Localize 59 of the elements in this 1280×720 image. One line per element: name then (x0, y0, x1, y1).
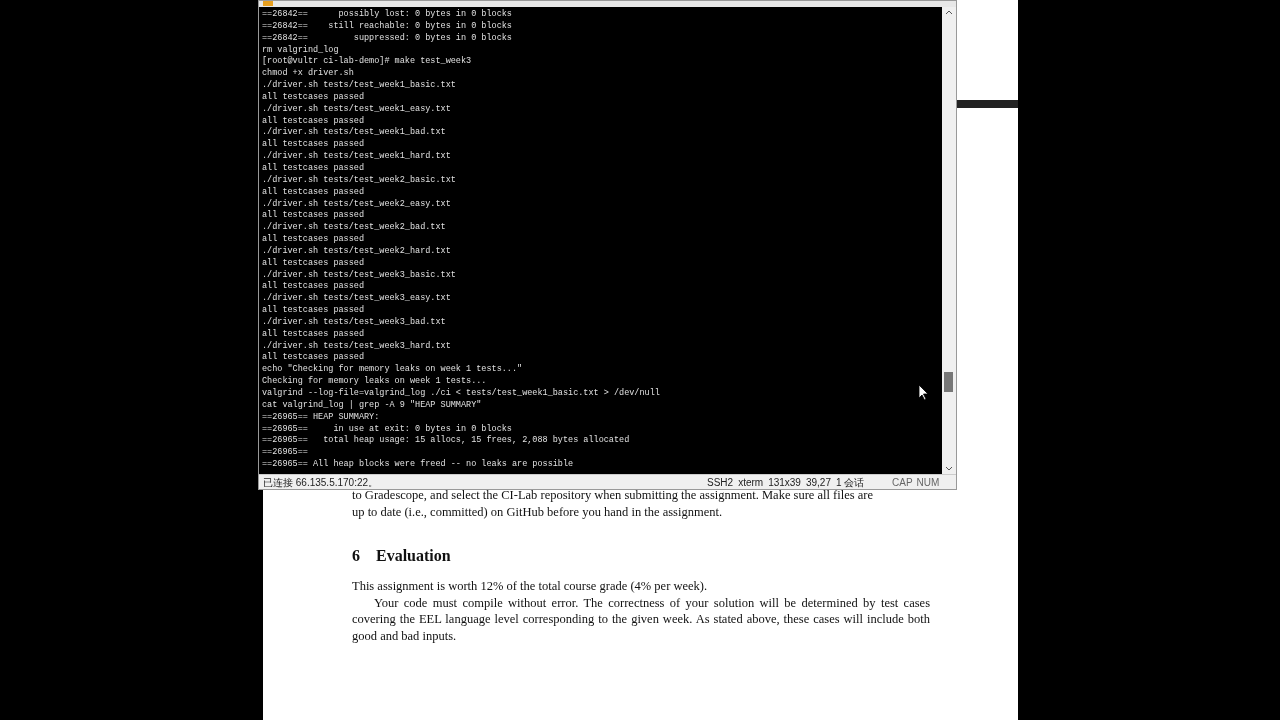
terminal-line: echo "Checking for memory leaks on week 1 tests..." (262, 364, 523, 376)
scroll-down-icon[interactable] (945, 466, 953, 472)
terminal-line: ./driver.sh tests/test_week2_basic.txt (262, 174, 456, 187)
terminal-line: all testcases passed (262, 186, 365, 199)
status-field: 131x39 (768, 474, 801, 490)
terminal-line: chmod +x driver.sh (262, 68, 354, 80)
terminal-line: ./driver.sh tests/test_week3_basic.txt (262, 269, 456, 281)
document-text-line: to Gradescope, and select the CI-Lab repository when submitting the assignment. Make sure all files are (352, 488, 875, 504)
terminal-line: all testcases passed (262, 257, 365, 270)
terminal-line: ==26965== All heap blocks were freed -- no leaks are possible (262, 459, 574, 471)
paragraph: Your code must compile without error. The correctness of your solution will be determined by test cases covering the EEL language level corresponding to the given week. As stated above, these cases will include both good and bad inputs. (352, 594, 930, 644)
mouse-cursor-icon (918, 384, 929, 401)
terminal-line: rm valgrind_log (262, 44, 339, 56)
terminal-line: ./driver.sh tests/test_week3_bad.txt (262, 316, 446, 329)
terminal-line: ==26965== (262, 447, 308, 460)
status-field: 1 会话 (835, 474, 865, 490)
status-field: 39,27 (805, 474, 831, 490)
section-number: 6 (352, 546, 360, 566)
status-field: xterm (738, 474, 764, 490)
terminal-line: ==26965== in use at exit: 0 bytes in 0 blocks (262, 423, 512, 435)
terminal-line: ==26842== possibly lost: 0 bytes in 0 blocks (262, 9, 512, 21)
terminal-line: all testcases passed (262, 234, 365, 246)
document-text-line: up to date (i.e., committed) on GitHub before you hand in the assignment. (352, 503, 724, 520)
terminal-line: all testcases passed (262, 352, 365, 364)
connection-status: 已连接 66.135.5.170:22。 (262, 475, 380, 490)
terminal-line: all testcases passed (262, 210, 365, 222)
terminal-line: ./driver.sh tests/test_week1_hard.txt (262, 151, 451, 163)
app-icon (263, 1, 273, 6)
terminal-line: all testcases passed (262, 305, 365, 317)
terminal-line: ==26842== still reachable: 0 bytes in 0 blocks (262, 20, 512, 33)
key-indicator: CAP (892, 475, 913, 490)
terminal-line: ==26965== HEAP SUMMARY: (262, 411, 380, 424)
terminal-line: ./driver.sh tests/test_week1_bad.txt (262, 127, 446, 139)
terminal-line: ./driver.sh tests/test_week1_easy.txt (262, 103, 451, 116)
terminal-line: ==26965== total heap usage: 15 allocs, 15 frees, 2,088 bytes allocated (262, 435, 630, 448)
terminal-line: cat valgrind_log | grep -A 9 "HEAP SUMMARY" (262, 399, 482, 412)
terminal-line: all testcases passed (262, 139, 365, 151)
terminal-line: all testcases passed (262, 91, 365, 104)
terminal-line: ./driver.sh tests/test_week3_easy.txt (262, 293, 451, 305)
terminal-line: ./driver.sh tests/test_week1_basic.txt (262, 80, 456, 92)
terminal-line: ./driver.sh tests/test_week3_hard.txt (262, 340, 451, 352)
terminal-line: valgrind --log-file=valgrind_log ./ci < tests/test_week1_basic.txt > /dev/null (262, 388, 660, 400)
scroll-up-icon[interactable] (945, 9, 953, 15)
terminal-line: ./driver.sh tests/test_week2_easy.txt (262, 198, 451, 210)
terminal-line: all testcases passed (262, 281, 365, 293)
terminal-line: all testcases passed (262, 115, 365, 127)
terminal-line: ==26842== suppressed: 0 bytes in 0 blocks (262, 32, 512, 45)
status-field: SSH2 (707, 474, 734, 490)
scrollbar-thumb[interactable] (944, 372, 953, 392)
terminal-line: all testcases passed (262, 162, 365, 175)
section-title: Evaluation (376, 546, 451, 566)
terminal-line: all testcases passed (262, 328, 365, 341)
terminal-line: ./driver.sh tests/test_week2_hard.txt (262, 245, 451, 258)
terminal-line: [root@vultr ci-lab-demo]# make test_week3 (262, 56, 472, 68)
paragraph: This assignment is worth 12% of the total course grade (4% per week). (352, 578, 709, 595)
terminal-line: Checking for memory leaks on week 1 tests... (262, 376, 487, 388)
key-indicator: NUM (916, 475, 940, 490)
page-divider-bar (957, 100, 1018, 108)
terminal-line: ./driver.sh tests/test_week2_bad.txt (262, 222, 446, 234)
